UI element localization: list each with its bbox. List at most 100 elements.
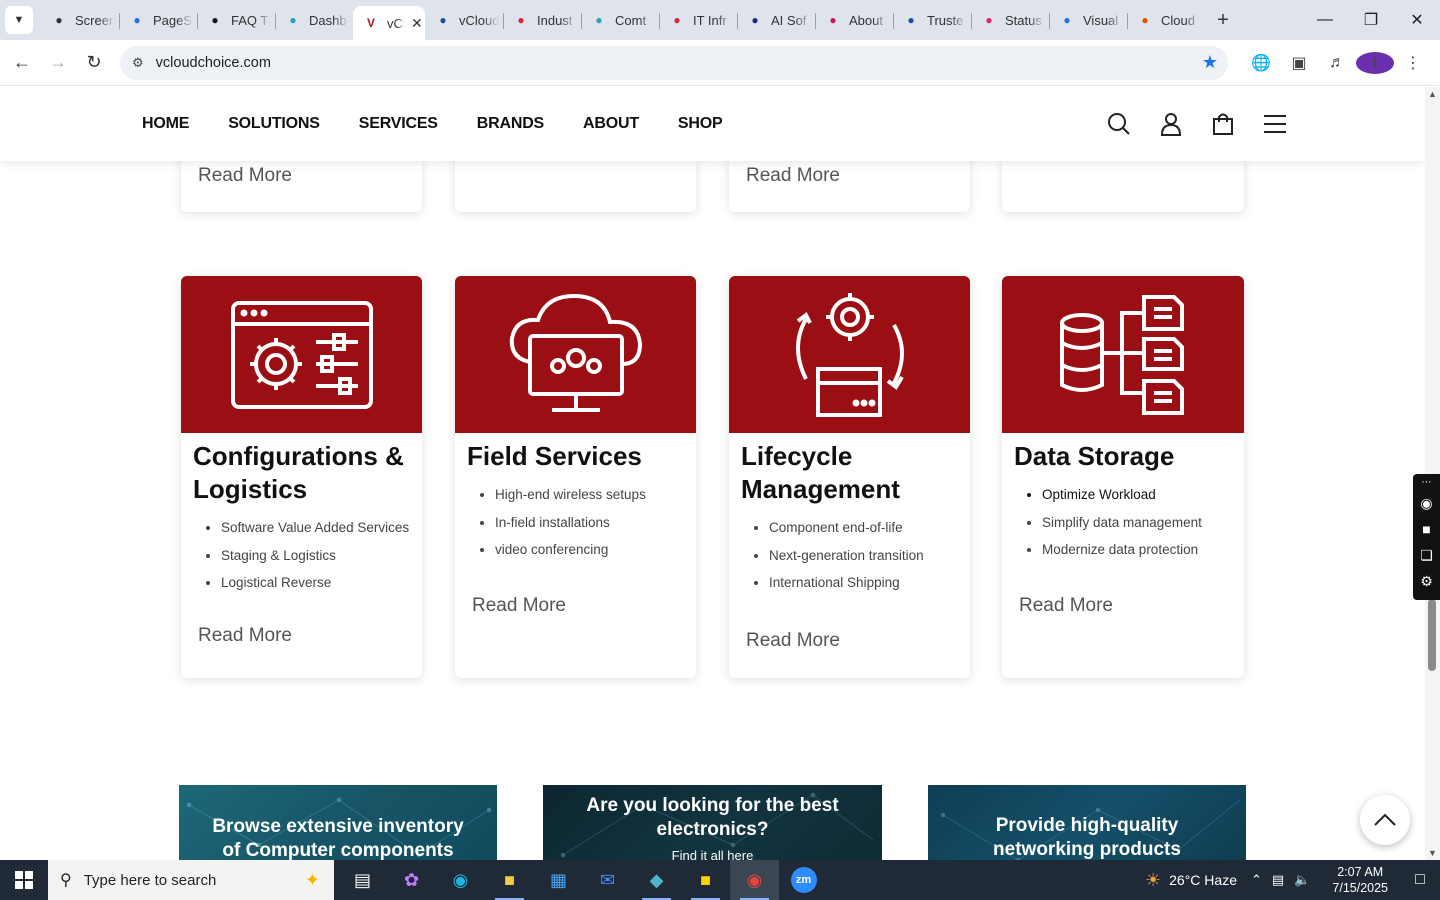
start-button[interactable] <box>0 860 48 900</box>
browser-tab[interactable]: ● IT Infr <box>659 5 737 35</box>
extensions-icon[interactable]: ▣ <box>1280 53 1318 73</box>
weather-text: 26°C Haze <box>1169 872 1237 888</box>
browser-tab[interactable]: ● AI Sof <box>737 5 815 35</box>
menu-item-services[interactable]: SERVICES <box>359 115 438 133</box>
banner-subline: Find it all here <box>671 848 754 860</box>
copilot-icon: ✿ <box>403 869 420 890</box>
screen-icon: ● <box>55 13 63 27</box>
address-url[interactable]: vcloudchoice.com <box>156 55 1202 71</box>
browser-tab[interactable]: ● Status <box>971 5 1049 35</box>
notifications-button[interactable]: □ <box>1400 871 1440 889</box>
menu-item-home[interactable]: HOME <box>142 115 189 133</box>
browser-tab[interactable]: ● About <box>815 5 893 35</box>
network-icon[interactable]: ▤ <box>1272 872 1284 888</box>
cloud-monitor-icon <box>509 293 642 412</box>
promo-banner-networking[interactable]: Provide high-quality networking products <box>928 785 1246 860</box>
card-field-services: Field Services High-end wireless setups … <box>455 276 696 678</box>
browser-tab[interactable]: ● vCloud <box>425 5 503 35</box>
account-icon[interactable] <box>1158 111 1184 137</box>
pagespeed-icon: ● <box>133 13 141 27</box>
industry-icon: ● <box>517 13 525 27</box>
taskbar-search[interactable]: ⚲ Type here to search ✦ <box>48 860 334 900</box>
edge-button[interactable]: ◉ <box>436 860 485 900</box>
zoom-button[interactable]: zm <box>779 860 828 900</box>
tab-title: Status <box>1005 12 1042 28</box>
page-viewport: HOME SOLUTIONS SERVICES BRANDS ABOUT SHOP Rea… <box>0 87 1425 860</box>
browser-tab[interactable]: ● Comt <box>581 5 659 35</box>
site-info-icon[interactable]: ⚙ <box>132 55 144 71</box>
search-icon[interactable] <box>1106 111 1132 137</box>
read-more-link[interactable]: Read More <box>472 595 566 617</box>
browser-tab[interactable]: ● Truste <box>893 5 971 35</box>
menu-item-shop[interactable]: SHOP <box>678 115 723 133</box>
mail-button[interactable]: ✉ <box>583 860 632 900</box>
app-button-diamond[interactable]: ◆ <box>632 860 681 900</box>
back-button[interactable]: ← <box>4 45 40 81</box>
sticky-notes-button[interactable]: ■ <box>681 860 730 900</box>
camera-icon[interactable]: ◉ <box>1420 490 1432 516</box>
ai-software-icon: ● <box>751 13 759 27</box>
file-explorer-button[interactable]: ■ <box>485 860 534 900</box>
previous-card-3: Read More <box>729 152 970 212</box>
copilot-button[interactable]: ✿ <box>387 860 436 900</box>
weather-widget[interactable]: ☀ 26°C Haze <box>1145 870 1237 891</box>
forward-button[interactable]: → <box>40 45 76 81</box>
close-tab-icon[interactable]: ✕ <box>411 15 423 32</box>
browser-menu-icon[interactable]: ⋮ <box>1394 53 1432 73</box>
browser-tab[interactable]: ● FAQ T <box>197 5 275 35</box>
promo-banner-electronics[interactable]: Are you looking for the best electronics… <box>543 785 882 860</box>
volume-icon[interactable]: 🔈 <box>1294 872 1310 888</box>
video-icon[interactable]: ■ <box>1422 516 1430 542</box>
minimize-button[interactable]: — <box>1302 0 1348 40</box>
scroll-down-arrow-icon[interactable]: ▼ <box>1428 848 1437 858</box>
browser-tab[interactable]: ● Cloud <box>1127 5 1205 35</box>
scrollbar-thumb[interactable] <box>1428 599 1436 671</box>
menu-item-solutions[interactable]: SOLUTIONS <box>228 115 320 133</box>
tab-search-button[interactable]: ▼ <box>5 6 33 34</box>
promo-banner-inventory[interactable]: Browse extensive inventory of Computer c… <box>179 785 497 860</box>
chevron-up-icon[interactable]: ⌃ <box>1251 872 1262 888</box>
read-more-link[interactable]: Read More <box>198 625 292 647</box>
window-icon[interactable]: ❏ <box>1420 542 1433 568</box>
browser-tab[interactable]: ● PageSpeed <box>119 5 197 35</box>
read-more-link[interactable]: Read More <box>1019 595 1113 617</box>
browser-tab[interactable]: ● Screen <box>41 5 119 35</box>
clock-date: 7/15/2025 <box>1332 881 1388 895</box>
read-more-link[interactable]: Read More <box>746 165 840 187</box>
pin-icon[interactable]: ⋯ <box>1422 476 1432 490</box>
list-item: video conferencing <box>495 536 696 564</box>
store-button[interactable]: ▦ <box>534 860 583 900</box>
read-more-link[interactable]: Read More <box>198 165 292 187</box>
close-window-button[interactable]: ✕ <box>1394 0 1440 40</box>
translate-icon[interactable]: 🌐 <box>1242 53 1280 73</box>
reload-button[interactable]: ↻ <box>76 45 112 81</box>
avatar: t <box>1356 51 1394 74</box>
menu-item-brands[interactable]: BRANDS <box>477 115 544 133</box>
hamburger-menu-icon[interactable] <box>1262 111 1288 137</box>
scroll-up-arrow-icon[interactable]: ▲ <box>1428 89 1437 99</box>
browser-tab[interactable]: ● Visual <box>1049 5 1127 35</box>
media-control-icon[interactable]: ♬ <box>1318 54 1356 72</box>
card-banner <box>729 276 970 433</box>
scroll-to-top-button[interactable] <box>1360 795 1410 845</box>
read-more-link[interactable]: Read More <box>746 630 840 652</box>
list-item: Simplify data management <box>1042 509 1244 537</box>
gear-icon[interactable]: ⚙ <box>1420 568 1433 594</box>
clock[interactable]: 2:07 AM 7/15/2025 <box>1332 864 1388 896</box>
browser-tab[interactable]: ● Indust <box>503 5 581 35</box>
profile-button[interactable]: t <box>1356 51 1394 74</box>
browser-tab[interactable]: VvCl ✕ <box>353 6 425 40</box>
list-item: Component end-of-life <box>769 514 970 542</box>
chrome-button[interactable]: ◉ <box>730 860 779 900</box>
task-view-button[interactable]: ▤ <box>338 860 387 900</box>
shopping-bag-icon[interactable] <box>1210 111 1236 137</box>
menu-item-about[interactable]: ABOUT <box>583 115 639 133</box>
maximize-button[interactable]: ❐ <box>1348 0 1394 40</box>
address-bar[interactable]: ⚙ vcloudchoice.com ★ <box>120 45 1228 80</box>
card-banner <box>181 276 422 433</box>
bookmark-star-icon[interactable]: ★ <box>1202 52 1218 73</box>
browser-tab[interactable]: ● Dashb <box>275 5 353 35</box>
new-tab-button[interactable]: + <box>1209 6 1237 34</box>
search-icon: ⚲ <box>60 872 72 889</box>
list-item: Staging & Logistics <box>221 542 422 570</box>
